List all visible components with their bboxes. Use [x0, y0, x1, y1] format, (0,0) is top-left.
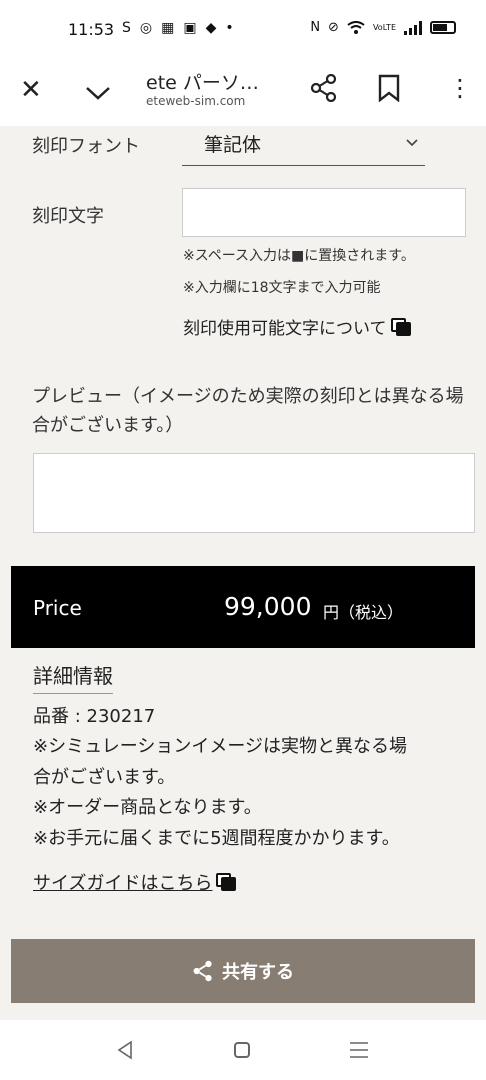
engrave-text-input[interactable]: [182, 188, 466, 237]
page-title: ete パーソ…: [146, 72, 259, 94]
nfc-icon: N: [310, 20, 321, 35]
signal-icon: [404, 20, 422, 35]
app-s-icon: S: [122, 20, 131, 36]
more-notifications-icon: •: [225, 20, 234, 36]
temu-icon: ▦: [161, 20, 175, 36]
volte-icon: VoLTE: [372, 22, 396, 32]
status-bar: 11:53 S ◎ ▦ ▣ ◆ • N ⊘ VoLTE: [0, 0, 486, 62]
notification-icons: S ◎ ▦ ▣ ◆ •: [122, 20, 234, 36]
detail-line: ※オーダー商品となります。: [33, 797, 262, 818]
system-icons: N ⊘ VoLTE: [310, 20, 456, 35]
back-icon[interactable]: [116, 1040, 134, 1060]
page-content: 刻印フォント 筆記体 刻印文字 ※スペース入力は■に置換されます。 ※入力欄に1…: [0, 126, 486, 1020]
share-icon[interactable]: [310, 74, 338, 102]
home-icon[interactable]: [234, 1042, 250, 1058]
wifi-icon: [347, 20, 365, 34]
usable-characters-link[interactable]: 刻印使用可能文字について: [183, 314, 411, 339]
space-note: ※スペース入力は■に置換されます。: [183, 248, 415, 264]
share-button[interactable]: 共有する: [11, 939, 475, 1003]
engrave-font-select[interactable]: 筆記体: [182, 126, 425, 166]
instagram-icon: ◎: [139, 20, 153, 36]
engrave-preview: [33, 453, 475, 533]
details-heading: 詳細情報: [33, 660, 113, 694]
external-window-icon: [216, 873, 237, 891]
app-cube-icon: ◆: [205, 20, 217, 36]
price-unit: 円（税込）: [323, 603, 404, 622]
detail-line: ※お手元に届くまでに5週間程度かかります。: [33, 828, 400, 849]
more-options-icon[interactable]: ⋮: [448, 74, 472, 102]
status-time: 11:53: [68, 20, 115, 39]
share-button-label: 共有する: [222, 962, 294, 983]
usable-characters-link-text: 刻印使用可能文字について: [183, 319, 387, 339]
preview-label: プレビュー（イメージのため実際の刻印とは異なる場合がございます。）: [32, 386, 464, 436]
browser-toolbar: ✕ ete パーソ… eteweb-sim.com ⋮: [0, 62, 486, 126]
system-navigation-bar: [0, 1020, 486, 1080]
engrave-font-value: 筆記体: [204, 134, 262, 156]
share-icon: [193, 960, 212, 982]
page-url: eteweb-sim.com: [146, 94, 246, 108]
chevron-down-icon: [406, 139, 418, 147]
chevron-down-icon[interactable]: [84, 80, 112, 108]
detail-line: ※シミュレーションイメージは実物と異なる場: [33, 736, 407, 757]
product-number: 品番 : 230217: [33, 706, 156, 727]
recent-apps-icon[interactable]: [350, 1041, 368, 1059]
price-label: Price: [33, 596, 82, 620]
price-bar: Price 99,000 円（税込）: [11, 566, 475, 648]
external-window-icon: [390, 317, 411, 336]
detail-line: 合がございます。: [33, 767, 176, 788]
bookmark-icon[interactable]: [376, 74, 402, 102]
mute-icon: ⊘: [328, 20, 339, 35]
engrave-font-label: 刻印フォント: [32, 136, 140, 157]
price-value: 99,000: [224, 592, 312, 621]
limit-note: ※入力欄に18文字まで入力可能: [183, 280, 381, 296]
app-icon: ▣: [183, 20, 197, 36]
close-icon[interactable]: ✕: [20, 75, 42, 105]
battery-icon: [430, 21, 456, 34]
size-guide-link[interactable]: サイズガイドはこちら: [33, 869, 237, 895]
size-guide-link-text: サイズガイドはこちら: [33, 873, 213, 894]
engrave-text-label: 刻印文字: [32, 206, 104, 227]
